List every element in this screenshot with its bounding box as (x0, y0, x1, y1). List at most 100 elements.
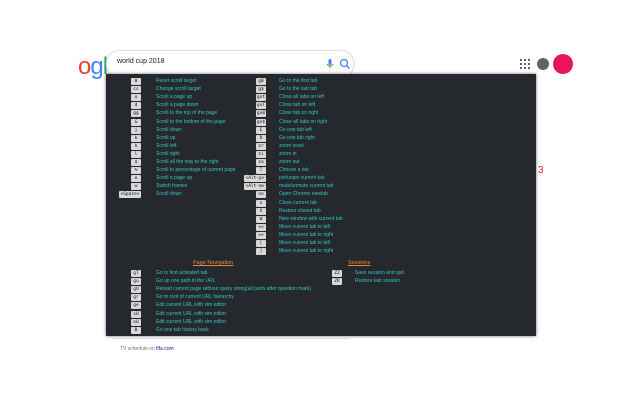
tab-shortcut-description: Close tab on left (279, 102, 316, 109)
tab-shortcut-key: [ (256, 240, 266, 247)
page-nav-description: Go to first activated tab (156, 270, 208, 276)
tab-shortcut-description: Move current tab to left (279, 223, 331, 230)
shortcut-description: Scroll right (156, 150, 180, 157)
shortcut-key: u (131, 94, 141, 102)
tab-shortcut-description: Open Chrome newtab (279, 191, 328, 198)
shortcut-key: $ (131, 159, 141, 166)
tab-shortcut-key: >> (256, 231, 266, 239)
tab-shortcut-description: Move current tab to right (279, 248, 334, 255)
tab-shortcut-description: Close current tab (279, 199, 318, 206)
sessions-heading: Sessions (348, 260, 371, 266)
tab-shortcut-key: X (256, 207, 266, 215)
tab-shortcut-description: mute/unmute current tab (279, 183, 334, 190)
background-snippet: TV schedule on fifa.com (120, 346, 174, 352)
shortcut-description: Scroll a page up (156, 94, 193, 101)
tab-shortcut-description: Go one tab right (279, 134, 315, 141)
tab-shortcut-key: gx0 (256, 110, 266, 118)
page-nav-key: oU (131, 318, 141, 326)
logo-letter: g (90, 53, 103, 80)
tab-shortcut-description: New window with current tab (279, 215, 343, 222)
tab-shortcut-key: gx$ (256, 118, 266, 126)
page-navigation-heading: Page Navigation (193, 260, 234, 266)
search-input[interactable]: world cup 2018 (117, 58, 164, 65)
page-nav-description: Go up one path in the URL (156, 278, 216, 285)
snippet-link[interactable]: fifa.com (156, 346, 174, 352)
keyboard-shortcuts-overlay: Page Navigation Sessions 0 Reset scroll t… (106, 74, 536, 336)
tab-shortcut-key: on (256, 191, 266, 199)
tab-shortcut-description: Go to the last tab (279, 86, 318, 93)
session-description: Restore last session (355, 278, 401, 285)
shortcut-key: cs (131, 86, 141, 94)
tab-shortcut-key: ] (256, 248, 266, 256)
tab-shortcut-key: gxT (256, 102, 266, 110)
shortcut-description: Scroll all the way to the right (156, 159, 219, 165)
shortcut-description: Scroll left (156, 142, 177, 149)
tab-shortcut-description: Restore closed tab (279, 207, 321, 214)
page-nav-description: Reload current page without query string… (156, 286, 312, 293)
tab-shortcut-key: R (256, 134, 266, 142)
tab-shortcut-key: <Alt-p> (244, 175, 266, 183)
background-partial-text: 3 (538, 165, 544, 176)
shortcut-key: G (131, 118, 141, 126)
page-nav-key: gr (131, 294, 141, 302)
tab-shortcut-key: E (256, 126, 266, 134)
shortcut-description: Switch frames (156, 183, 188, 190)
divider (112, 338, 350, 339)
shortcut-key: l (131, 150, 141, 158)
page-nav-description: Go one tab history back (156, 326, 209, 333)
session-key: ZZ (332, 270, 342, 277)
shortcut-key: j (131, 126, 141, 134)
shortcut-description: Scroll up (156, 134, 176, 141)
shortcut-key: <Space> (119, 191, 141, 199)
tab-shortcut-description: zoom in (279, 150, 297, 157)
tab-shortcut-description: Close all tabs on left (279, 94, 325, 101)
search-icon[interactable] (338, 57, 352, 71)
page-nav-key: gT (131, 270, 141, 277)
tab-shortcut-key: W (256, 215, 266, 223)
page-nav-description: Edit current URL with vim editor (156, 318, 227, 325)
page-nav-description: Edit current URL with vim editor (156, 310, 227, 317)
notification-icon[interactable] (537, 58, 549, 70)
page-nav-description: Edit current URL with vim editor (156, 302, 227, 309)
tab-shortcut-description: Go to the first tab (279, 78, 318, 84)
page-nav-key: gu (131, 278, 141, 286)
tab-shortcut-description: Choose a tab (279, 167, 309, 174)
tab-shortcut-description: Close all tabs on right (279, 118, 328, 125)
shortcut-description: Change scroll target (156, 86, 201, 93)
shortcut-description: Reset scroll target (156, 78, 197, 84)
mic-icon[interactable] (323, 57, 337, 71)
tab-shortcut-key: zr (256, 142, 266, 150)
tab-shortcut-description: zoom out (279, 159, 300, 165)
tab-shortcut-key: x (256, 199, 266, 207)
session-key: ZR (332, 278, 342, 286)
shortcut-description: Scroll to the top of the page (156, 110, 218, 117)
tab-shortcut-key: gxt (256, 94, 266, 102)
tab-shortcut-key: T (256, 167, 266, 175)
shortcut-key: % (131, 167, 141, 175)
shortcut-description: Scroll a page down (156, 102, 199, 109)
shortcut-key: e (131, 175, 141, 183)
page-nav-key: ge (131, 302, 141, 310)
page-nav-key: B (131, 326, 141, 334)
shortcut-key: 0 (131, 78, 141, 85)
tab-shortcut-key: <Alt-m> (244, 183, 266, 191)
tab-shortcut-description: pin/unpin current tab (279, 175, 325, 182)
tab-shortcut-key: g0 (256, 78, 266, 85)
shortcut-description: Scroll a page up (156, 175, 193, 182)
shortcut-key: k (131, 134, 141, 142)
shortcut-description: Scroll down (156, 126, 182, 133)
tab-shortcut-key: << (256, 223, 266, 231)
shortcut-description: Scroll to the bottom of the page (156, 118, 226, 125)
shortcut-key: w (131, 183, 141, 191)
avatar[interactable] (553, 54, 573, 74)
apps-grid-icon[interactable] (520, 59, 530, 69)
tab-shortcut-key: g$ (256, 86, 266, 94)
snippet-text: TV schedule on (120, 346, 157, 352)
shortcut-key: gg (131, 110, 141, 118)
tab-shortcut-key: zi (256, 150, 266, 158)
tab-shortcut-key: zo (256, 159, 266, 166)
session-description: Save session and quit (355, 270, 404, 276)
shortcut-key: h (131, 142, 141, 150)
tab-shortcut-description: Close tab on right (279, 110, 319, 117)
tab-shortcut-description: Move current tab to right (279, 231, 334, 238)
